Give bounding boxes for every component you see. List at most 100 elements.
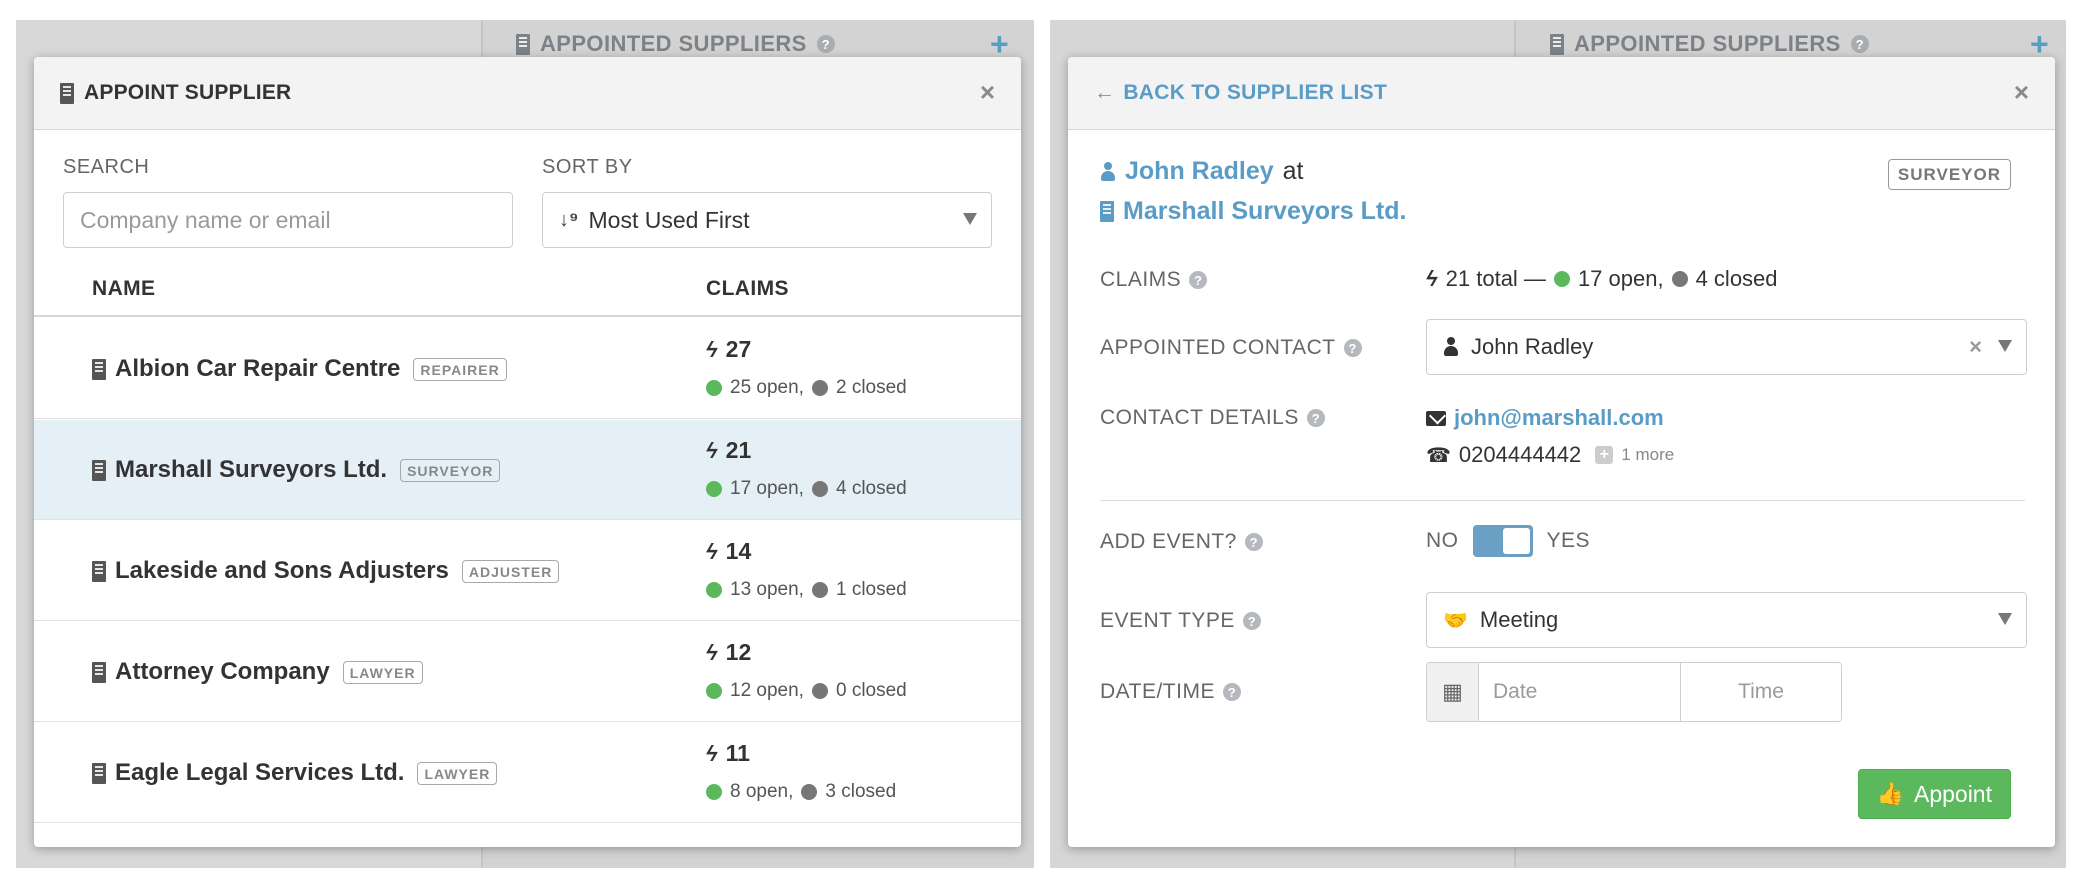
- supplier-name: Eagle Legal Services Ltd.: [115, 759, 405, 786]
- open-status-icon: [1553, 271, 1570, 287]
- row-name-cell: Albion Car Repair Centre REPAIRER: [92, 355, 507, 383]
- sort-by-select[interactable]: ↓⁹ Most Used First: [542, 192, 992, 248]
- claims-breakdown: 13 open, 1 closed: [706, 579, 907, 601]
- contact-details-label-text: CONTACT DETAILS: [1100, 406, 1299, 429]
- claims-breakdown: 25 open, 2 closed: [706, 377, 907, 399]
- date-time-group: ▦: [1426, 662, 1842, 722]
- sort-numeric-icon: ↓⁹: [559, 208, 579, 231]
- sort-by-value: Most Used First: [588, 206, 750, 233]
- open-status-icon: [706, 582, 722, 598]
- close-icon[interactable]: ×: [2014, 79, 2029, 105]
- add-event-toggle-group: NO YES: [1426, 525, 1590, 557]
- claims-open-text: 17 open,: [1577, 266, 1664, 291]
- calendar-icon[interactable]: ▦: [1427, 663, 1479, 721]
- closed-count: 0 closed: [835, 680, 907, 701]
- question-circle-icon[interactable]: ?: [1242, 612, 1261, 630]
- company-name-link[interactable]: Marshall Surveyors Ltd.: [1123, 197, 1406, 226]
- more-contacts-link[interactable]: 1 more: [1621, 445, 1674, 465]
- chevron-down-icon: [1998, 340, 2012, 352]
- supplier-type-tag: LAWYER: [342, 660, 423, 684]
- user-icon: [1443, 337, 1459, 357]
- building-icon: [1550, 33, 1564, 55]
- plus-square-icon[interactable]: +: [1595, 446, 1614, 464]
- table-row[interactable]: Albion Car Repair Centre REPAIRER ϟ 27 2…: [34, 319, 1021, 419]
- company-heading: Marshall Surveyors Ltd.: [1100, 197, 1406, 226]
- supplier-type-tag: LAWYER: [417, 761, 498, 785]
- contact-heading: John Radley at: [1100, 157, 1304, 186]
- claims-breakdown: 12 open, 0 closed: [706, 680, 907, 702]
- question-circle-icon[interactable]: ?: [1343, 339, 1362, 357]
- closed-status-icon: [811, 481, 828, 497]
- supplier-detail-modal: ← BACK TO SUPPLIER LIST × John Radley at…: [1068, 57, 2055, 847]
- back-link-label: BACK TO SUPPLIER LIST: [1123, 81, 1388, 104]
- open-count: 25 open,: [730, 377, 804, 398]
- table-row[interactable]: Attorney Company LAWYER ϟ 12 12 open, 0 …: [34, 622, 1021, 722]
- table-row[interactable]: Marshall Surveyors Ltd. SURVEYOR ϟ 21 17…: [34, 420, 1021, 520]
- bolt-icon: ϟ: [703, 538, 721, 564]
- open-count: 17 open,: [730, 478, 804, 499]
- add-supplier-button[interactable]: +: [990, 28, 1009, 60]
- search-input[interactable]: [63, 192, 513, 248]
- back-to-supplier-list-link[interactable]: ← BACK TO SUPPLIER LIST: [1094, 81, 1387, 105]
- event-type-label-text: EVENT TYPE: [1100, 609, 1235, 632]
- supplier-type-tag: ADJUSTER: [461, 559, 560, 583]
- sort-by-label: SORT BY: [542, 156, 633, 178]
- building-icon: [92, 459, 106, 481]
- close-icon[interactable]: ×: [980, 79, 995, 105]
- date-input[interactable]: [1479, 663, 1681, 721]
- claims-summary: ϟ 21 total — 17 open, 4 closed: [1423, 266, 1777, 292]
- closed-status-icon: [811, 582, 828, 598]
- contact-phone: ☎ 0204444442 + 1 more: [1426, 442, 1674, 468]
- supplier-name: Marshall Surveyors Ltd.: [115, 456, 388, 483]
- claims-total-value: 21: [725, 437, 752, 463]
- claims-total: ϟ 12: [703, 639, 752, 666]
- table-header: NAME CLAIMS: [34, 257, 1021, 317]
- row-name-cell: Attorney Company LAWYER: [92, 658, 423, 686]
- add-event-toggle[interactable]: [1472, 525, 1533, 557]
- supplier-name: Attorney Company: [115, 658, 330, 685]
- phone-icon: ☎: [1426, 444, 1451, 467]
- handshake-icon: 🤝: [1443, 609, 1468, 632]
- claims-total-value: 14: [725, 538, 752, 564]
- supplier-type-tag: REPAIRER: [413, 357, 507, 381]
- phone-number: 0204444442: [1458, 442, 1582, 467]
- toggle-no-label: NO: [1426, 529, 1459, 552]
- event-type-value: Meeting: [1479, 607, 1559, 632]
- claims-breakdown: 17 open, 4 closed: [706, 478, 907, 500]
- thumbs-up-icon: 👍: [1876, 781, 1904, 806]
- chevron-down-icon: [1998, 613, 2012, 625]
- add-supplier-button[interactable]: +: [2030, 28, 2049, 60]
- table-row[interactable]: Lakeside and Sons Adjusters ADJUSTER ϟ 1…: [34, 521, 1021, 621]
- closed-count: 2 closed: [835, 377, 907, 398]
- supplier-name: Albion Car Repair Centre: [115, 355, 401, 382]
- open-count: 13 open,: [730, 579, 804, 600]
- row-name-cell: Marshall Surveyors Ltd. SURVEYOR: [92, 456, 501, 484]
- column-header-claims[interactable]: CLAIMS: [706, 277, 789, 301]
- question-circle-icon[interactable]: ?: [1244, 533, 1263, 551]
- question-circle-icon[interactable]: ?: [1222, 683, 1241, 701]
- appointed-suppliers-title: APPOINTED SUPPLIERS: [540, 31, 807, 56]
- clear-icon[interactable]: ×: [1969, 334, 1982, 360]
- appointed-contact-select[interactable]: John Radley ×: [1426, 319, 2027, 375]
- claims-total-value: 12: [725, 639, 752, 665]
- claims-total: ϟ 11: [703, 740, 750, 767]
- closed-status-icon: [1671, 271, 1688, 287]
- time-input[interactable]: [1681, 663, 1841, 721]
- question-circle-icon[interactable]: ?: [1189, 271, 1208, 289]
- contact-name-link[interactable]: John Radley: [1125, 157, 1274, 186]
- table-row[interactable]: Eagle Legal Services Ltd. LAWYER ϟ 11 8 …: [34, 723, 1021, 823]
- closed-status-icon: [811, 380, 828, 396]
- closed-count: 1 closed: [835, 579, 907, 600]
- event-type-select[interactable]: 🤝 Meeting: [1426, 592, 2027, 648]
- bolt-icon: ϟ: [703, 336, 721, 362]
- supplier-name: Lakeside and Sons Adjusters: [115, 557, 449, 584]
- email-link[interactable]: john@marshall.com: [1454, 405, 1664, 431]
- closed-status-icon: [801, 784, 818, 800]
- claims-total: ϟ 27: [703, 336, 751, 363]
- modal-title: APPOINT SUPPLIER: [60, 81, 291, 105]
- appoint-button[interactable]: 👍 Appoint: [1857, 769, 2011, 819]
- date-time-label-text: DATE/TIME: [1100, 680, 1215, 703]
- question-circle-icon[interactable]: ?: [1306, 409, 1325, 427]
- arrow-left-icon: ←: [1094, 81, 1116, 104]
- column-header-name[interactable]: NAME: [92, 277, 155, 301]
